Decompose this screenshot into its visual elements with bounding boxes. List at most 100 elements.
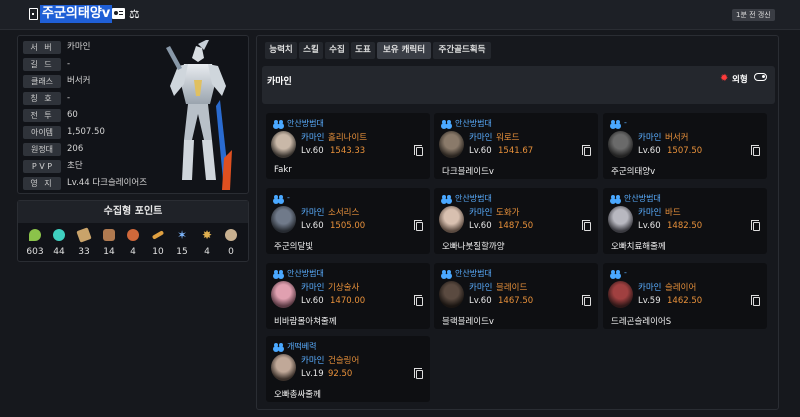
character-card[interactable]: - 카마인 소서리스 Lv.60 1505.00 주군의달빛 — [266, 188, 430, 254]
people-icon — [442, 270, 452, 278]
info-label: 원정대 — [23, 143, 61, 156]
tab-chart[interactable]: 도표 — [351, 42, 375, 59]
collection-item[interactable]: 33 — [73, 227, 95, 261]
info-value: 초단 — [67, 161, 83, 171]
character-portrait — [608, 131, 633, 158]
character-card[interactable]: 안산방범대 카마인 기상술사 Lv.60 1470.00 비바람몰아쳐줄께 — [266, 263, 430, 329]
profile-panel: 서 버 카마인 길 드 - 클래스 버서커 칭 호 - 전 투 60 아이템 1… — [17, 35, 249, 194]
tab-stats[interactable]: 능력치 — [265, 42, 297, 59]
character-portrait — [271, 206, 296, 233]
collection-panel: 수집형 포인트 603 44 33 14 4 10 ✶ 15 ✸ 4 0 — [17, 200, 249, 262]
character-nickname: 비바람몰아쳐줄께 — [274, 317, 337, 327]
level-label: Lv.59 — [638, 296, 661, 306]
id-card-icon[interactable] — [112, 8, 125, 19]
collection-item[interactable]: ✶ 15 — [171, 229, 193, 261]
refresh-button[interactable]: 1분 전 갱신 — [732, 9, 775, 21]
server-label: 카마인 — [638, 133, 662, 143]
copy-icon[interactable] — [582, 145, 591, 156]
class-label: 버서커 — [665, 133, 689, 143]
character-card[interactable]: 안산방범대 카마인 홀리나이트 Lv.60 1543.33 Fakr — [266, 113, 430, 179]
character-nickname: 드레곤슬레이어S — [611, 317, 672, 327]
tab-owned-characters[interactable]: 보유 캐릭터 — [377, 42, 431, 59]
bookmark-icon[interactable] — [29, 8, 38, 20]
server-label: 카마인 — [301, 133, 325, 143]
copy-icon[interactable] — [751, 295, 760, 306]
info-value: 1,507.50 — [67, 127, 105, 137]
guild-name: 안산방범대 — [455, 194, 492, 203]
item-level: 92.50 — [328, 369, 353, 379]
info-value: 카마인 — [67, 42, 91, 52]
people-icon — [611, 270, 621, 278]
item-level: 1541.67 — [498, 146, 534, 156]
people-icon — [274, 195, 284, 203]
character-nickname: 오빠총싸줄께 — [274, 390, 321, 400]
server-label: 카마인 — [638, 208, 662, 218]
character-card[interactable]: 안산방범대 카마인 블레이드 Lv.60 1467.50 블랙블레이드v — [434, 263, 598, 329]
character-card[interactable]: 개떡베력 카마인 건슬링어 Lv.19 92.50 오빠총싸줄께 — [266, 336, 430, 402]
info-label: 클래스 — [23, 75, 61, 88]
copy-icon[interactable] — [414, 368, 423, 379]
character-card[interactable]: - 카마인 버서커 Lv.60 1507.50 주군의태양v — [603, 113, 767, 179]
info-value: - — [67, 93, 71, 103]
server-label: 카마인 — [469, 208, 493, 218]
ignea-token-icon — [127, 229, 139, 241]
server-label: 카마인 — [469, 283, 493, 293]
collection-item[interactable]: 10 — [147, 229, 169, 261]
level-label: Lv.60 — [638, 146, 661, 156]
collection-item[interactable]: 4 — [122, 229, 144, 261]
level-label: Lv.19 — [301, 369, 324, 379]
collection-item[interactable]: 0 — [220, 229, 242, 261]
people-icon — [442, 120, 452, 128]
guild-name: - — [624, 268, 627, 277]
server-label: 카마인 — [638, 283, 662, 293]
giant-heart-icon — [103, 229, 115, 241]
character-nickname: 다크블레이드v — [442, 167, 494, 177]
character-nickname: Fakr — [274, 165, 292, 175]
character-card[interactable]: 안산방범대 카마인 워로드 Lv.60 1541.67 다크블레이드v — [434, 113, 598, 179]
class-label: 워로드 — [496, 133, 520, 143]
scale-icon[interactable]: ⚖ — [129, 7, 140, 21]
class-label: 바드 — [665, 208, 681, 218]
character-nickname: 주군의태양v — [611, 167, 656, 177]
character-avatar — [166, 40, 232, 190]
tab-weekly-gold[interactable]: 주간골드획득 — [433, 42, 491, 59]
info-value: Lv.44 다크슬레이어즈 — [67, 178, 148, 188]
guild-name: 안산방범대 — [624, 194, 661, 203]
people-icon — [442, 195, 452, 203]
level-label: Lv.60 — [301, 296, 324, 306]
class-label: 도화가 — [496, 208, 520, 218]
copy-icon[interactable] — [582, 220, 591, 231]
character-portrait — [439, 281, 464, 308]
collection-item[interactable]: 14 — [98, 229, 120, 261]
copy-icon[interactable] — [751, 220, 760, 231]
copy-icon[interactable] — [582, 295, 591, 306]
copy-icon[interactable] — [751, 145, 760, 156]
collection-item[interactable]: ✸ 4 — [196, 229, 218, 261]
character-nickname: 블랙블레이드v — [442, 317, 494, 327]
character-portrait — [608, 281, 633, 308]
character-card[interactable]: 안산방범대 카마인 바드 Lv.60 1482.50 오빠치료해줄께 — [603, 188, 767, 254]
orpheus-star-icon: ✸ — [201, 228, 213, 242]
collection-count: 0 — [228, 247, 234, 257]
character-card[interactable]: 안산방범대 카마인 도화가 Lv.60 1487.50 오빠나붓질할까양 — [434, 188, 598, 254]
tab-skills[interactable]: 스킬 — [299, 42, 323, 59]
copy-icon[interactable] — [414, 220, 423, 231]
character-card[interactable]: - 카마인 슬레이어 Lv.59 1462.50 드레곤슬레이어S — [603, 263, 767, 329]
world-tree-leaf-icon: ✶ — [176, 228, 188, 242]
class-label: 기상술사 — [328, 283, 360, 293]
server-name: 카마인 — [267, 77, 292, 87]
people-icon — [274, 343, 284, 351]
collection-item[interactable]: 603 — [24, 229, 46, 261]
copy-icon[interactable] — [414, 145, 423, 156]
class-label: 슬레이어 — [665, 283, 697, 293]
character-portrait — [271, 281, 296, 308]
server-label: 카마인 — [301, 283, 325, 293]
copy-icon[interactable] — [414, 295, 423, 306]
info-value: - — [67, 59, 71, 69]
collection-item[interactable]: 44 — [48, 229, 70, 261]
item-level: 1505.00 — [330, 221, 366, 231]
appearance-toggle-icon[interactable] — [754, 73, 767, 81]
info-label: 아이템 — [23, 126, 61, 139]
tab-collection[interactable]: 수집 — [325, 42, 349, 59]
collection-count: 4 — [204, 247, 210, 257]
